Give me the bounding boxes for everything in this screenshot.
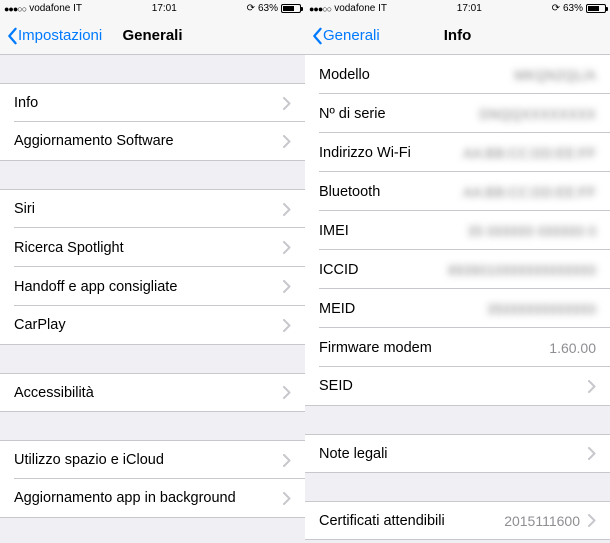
back-label: Impostazioni bbox=[18, 27, 102, 44]
chevron-right-icon bbox=[283, 492, 291, 505]
cell-accessibility[interactable]: Accessibilità bbox=[0, 373, 305, 412]
nav-bar: Impostazioni Generali bbox=[0, 17, 305, 55]
chevron-right-icon bbox=[283, 97, 291, 110]
nav-bar: Generali Info bbox=[305, 17, 610, 55]
nav-title: Info bbox=[444, 27, 472, 44]
row-iccid: ICCID 8939010000000000000 bbox=[305, 250, 610, 289]
rotation-lock-icon: ⟳ bbox=[247, 3, 255, 14]
row-model: Modello MKQN2QL/A bbox=[305, 55, 610, 94]
nav-title: Generali bbox=[122, 27, 182, 44]
row-serial: Nº di serie DNQQXXXXXXXX bbox=[305, 94, 610, 133]
cell-siri[interactable]: Siri bbox=[0, 189, 305, 228]
row-seid[interactable]: SEID bbox=[305, 367, 610, 406]
chevron-right-icon bbox=[283, 386, 291, 399]
cell-carplay[interactable]: CarPlay bbox=[0, 306, 305, 345]
info-list: Modello MKQN2QL/A Nº di serie DNQQXXXXXX… bbox=[305, 55, 610, 543]
cell-background-refresh[interactable]: Aggiornamento app in background bbox=[0, 479, 305, 518]
screen-general: ●●●○○ vodafone IT 17:01 ⟳ 63% Impostazio… bbox=[0, 0, 305, 543]
status-bar: ●●●○○ vodafone IT 17:01 ⟳ 63% bbox=[0, 0, 305, 17]
chevron-right-icon bbox=[588, 514, 596, 527]
chevron-right-icon bbox=[283, 135, 291, 148]
row-wifi-address: Indirizzo Wi-Fi AA:BB:CC:DD:EE:FF bbox=[305, 133, 610, 172]
status-bar: ●●●○○ vodafone IT 17:01 ⟳ 63% bbox=[305, 0, 610, 17]
battery-icon bbox=[586, 4, 606, 13]
chevron-right-icon bbox=[283, 203, 291, 216]
signal-dots-icon: ●●●○○ bbox=[309, 4, 331, 14]
chevron-right-icon bbox=[588, 447, 596, 460]
rotation-lock-icon: ⟳ bbox=[552, 3, 560, 14]
carrier-label: vodafone IT bbox=[29, 3, 82, 14]
chevron-right-icon bbox=[588, 380, 596, 393]
screen-info: ●●●○○ vodafone IT 17:01 ⟳ 63% Generali I… bbox=[305, 0, 610, 543]
cell-spotlight[interactable]: Ricerca Spotlight bbox=[0, 228, 305, 267]
cell-info[interactable]: Info bbox=[0, 83, 305, 122]
chevron-left-icon bbox=[311, 27, 323, 45]
battery-pct: 63% bbox=[258, 3, 278, 14]
chevron-right-icon bbox=[283, 241, 291, 254]
row-imei: IMEI 35 000000 000000 0 bbox=[305, 211, 610, 250]
clock: 17:01 bbox=[152, 3, 177, 14]
chevron-right-icon bbox=[283, 280, 291, 293]
settings-list: Info Aggiornamento Software Siri Ricerca… bbox=[0, 55, 305, 543]
clock: 17:01 bbox=[457, 3, 482, 14]
row-meid: MEID 35000000000000 bbox=[305, 289, 610, 328]
chevron-left-icon bbox=[6, 27, 18, 45]
battery-icon bbox=[281, 4, 301, 13]
back-button[interactable]: Generali bbox=[305, 27, 380, 45]
carrier-label: vodafone IT bbox=[334, 3, 387, 14]
row-legal[interactable]: Note legali bbox=[305, 434, 610, 473]
cell-handoff[interactable]: Handoff e app consigliate bbox=[0, 267, 305, 306]
row-trusted-certs[interactable]: Certificati attendibili 2015111600 bbox=[305, 501, 610, 540]
cell-storage-icloud[interactable]: Utilizzo spazio e iCloud bbox=[0, 440, 305, 479]
back-button[interactable]: Impostazioni bbox=[0, 27, 102, 45]
chevron-right-icon bbox=[283, 319, 291, 332]
cell-software-update[interactable]: Aggiornamento Software bbox=[0, 122, 305, 161]
signal-dots-icon: ●●●○○ bbox=[4, 4, 26, 14]
back-label: Generali bbox=[323, 27, 380, 44]
chevron-right-icon bbox=[283, 454, 291, 467]
row-bluetooth: Bluetooth AA:BB:CC:DD:EE:FF bbox=[305, 172, 610, 211]
battery-pct: 63% bbox=[563, 3, 583, 14]
row-modem-firmware: Firmware modem 1.60.00 bbox=[305, 328, 610, 367]
